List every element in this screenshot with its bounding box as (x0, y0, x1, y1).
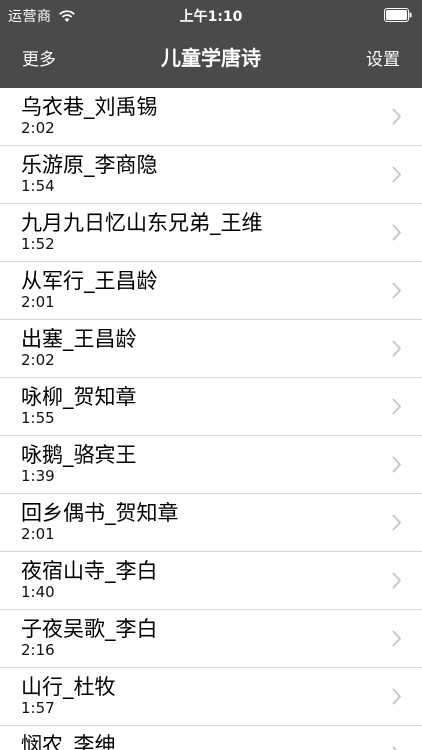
poem-duration: 1:39 (21, 467, 55, 485)
chevron-right-icon (392, 340, 401, 357)
list-item[interactable]: 咏柳_贺知章 1:55 (0, 378, 422, 436)
list-item[interactable]: 子夜吴歌_李白 2:16 (0, 610, 422, 668)
poem-title: 山行_杜牧 (21, 675, 116, 699)
poem-title: 出塞_王昌龄 (21, 327, 137, 351)
poem-title: 咏鹅_骆宾王 (21, 443, 137, 467)
poem-title: 子夜吴歌_李白 (21, 617, 158, 641)
poem-duration: 2:02 (21, 119, 55, 137)
chevron-right-icon (392, 224, 401, 241)
list-item[interactable]: 山行_杜牧 1:57 (0, 668, 422, 726)
poem-title: 悯农_李绅 (21, 733, 116, 750)
poem-duration: 1:54 (21, 177, 55, 195)
chevron-right-icon (392, 630, 401, 647)
list-item[interactable]: 回乡偶书_贺知章 2:01 (0, 494, 422, 552)
list-item[interactable]: 夜宿山寺_李白 1:40 (0, 552, 422, 610)
poem-title: 咏柳_贺知章 (21, 385, 137, 409)
status-time: 上午1:10 (179, 9, 243, 25)
poem-title: 九月九日忆山东兄弟_王维 (21, 211, 263, 235)
poem-duration: 1:52 (21, 235, 55, 253)
list-item[interactable]: 乌衣巷_刘禹锡 2:02 (0, 88, 422, 146)
chevron-right-icon (392, 166, 401, 183)
chevron-right-icon (392, 572, 401, 589)
poem-duration: 1:57 (21, 699, 55, 717)
poem-title: 夜宿山寺_李白 (21, 559, 158, 583)
settings-button[interactable]: 设置 (366, 45, 400, 70)
poem-duration: 2:16 (21, 641, 55, 659)
poem-list[interactable]: 乌衣巷_刘禹锡 2:02 乐游原_李商隐 1:54 九月九日忆山东兄弟_王维 1:52 从军… (0, 88, 422, 750)
poem-title: 从军行_王昌龄 (21, 269, 158, 293)
chevron-right-icon (392, 398, 401, 415)
status-bar: 运营商 上午1:10 (0, 0, 422, 30)
list-item[interactable]: 乐游原_李商隐 1:54 (0, 146, 422, 204)
list-item[interactable]: 出塞_王昌龄 2:02 (0, 320, 422, 378)
chevron-right-icon (392, 456, 401, 473)
nav-bar: 更多 儿童学唐诗 设置 (0, 30, 422, 82)
chevron-right-icon (392, 282, 401, 299)
poem-duration: 2:01 (21, 293, 55, 311)
chevron-right-icon (392, 108, 401, 125)
header: 运营商 上午1:10 更多 儿童学唐诗 设置 (0, 0, 422, 88)
poem-title: 乐游原_李商隐 (21, 153, 158, 177)
poem-duration: 2:01 (21, 525, 55, 543)
list-item[interactable]: 从军行_王昌龄 2:01 (0, 262, 422, 320)
battery-icon (384, 8, 412, 22)
poem-duration: 1:40 (21, 583, 55, 601)
list-item[interactable]: 悯农_李绅 (0, 726, 422, 750)
poem-duration: 1:55 (21, 409, 55, 427)
list-item[interactable]: 咏鹅_骆宾王 1:39 (0, 436, 422, 494)
poem-duration: 2:02 (21, 351, 55, 369)
page-title: 儿童学唐诗 (161, 46, 261, 70)
chevron-right-icon (392, 514, 401, 531)
poem-title: 回乡偶书_贺知章 (21, 501, 179, 525)
more-button[interactable]: 更多 (22, 45, 56, 70)
list-item[interactable]: 九月九日忆山东兄弟_王维 1:52 (0, 204, 422, 262)
chevron-right-icon (392, 746, 398, 750)
chevron-right-icon (392, 688, 401, 705)
poem-title: 乌衣巷_刘禹锡 (21, 95, 158, 119)
